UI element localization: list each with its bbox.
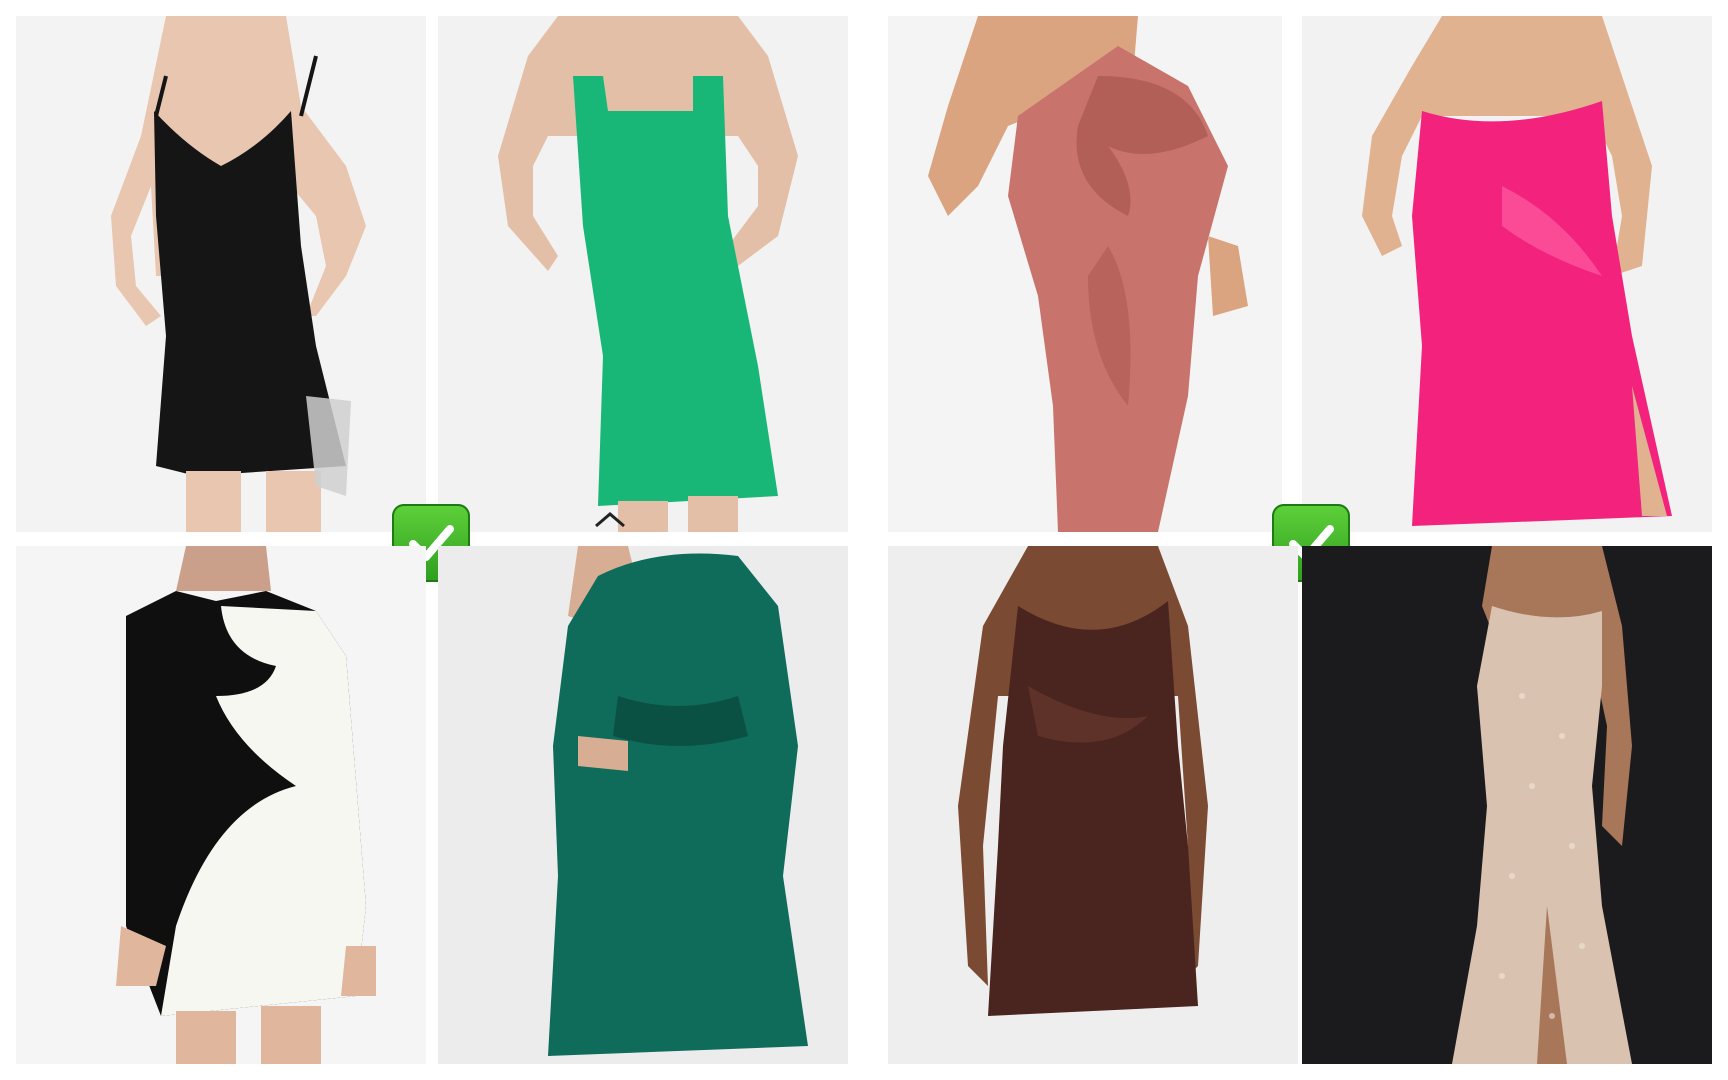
teal-dress-illustration xyxy=(438,546,848,1064)
brown-dress-illustration xyxy=(888,546,1298,1064)
chevron-up-icon xyxy=(595,512,625,528)
photo-rose-one-shoulder-dress xyxy=(888,16,1282,532)
photo-hot-pink-satin-dress xyxy=(1302,16,1712,532)
photo-teal-satin-long-sleeve-dress xyxy=(438,546,848,1064)
group-divider xyxy=(872,0,882,1080)
photo-black-slip-dress xyxy=(16,16,426,532)
black-slip-dress-illustration xyxy=(16,16,426,532)
photo-champagne-sequin-dress xyxy=(1302,546,1712,1064)
pink-dress-illustration xyxy=(1302,16,1712,532)
rose-dress-illustration xyxy=(888,16,1282,532)
green-dress-illustration xyxy=(438,16,848,532)
sequin-dress-illustration xyxy=(1302,546,1712,1064)
photo-black-white-colorblock-dress xyxy=(16,546,426,1064)
photo-brown-satin-slip-dress xyxy=(888,546,1298,1064)
photo-green-square-neck-dress xyxy=(438,16,848,532)
colorblock-dress-illustration xyxy=(16,546,426,1064)
